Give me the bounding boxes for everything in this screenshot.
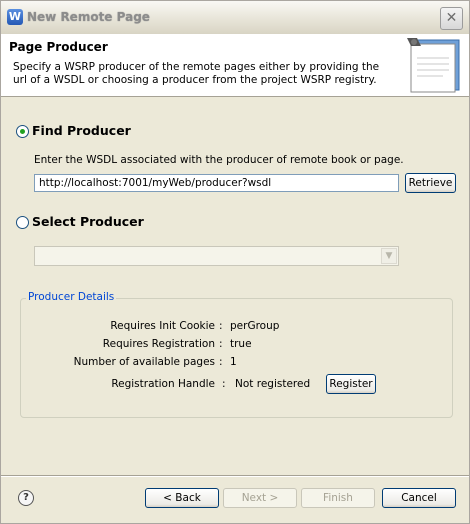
page-description: Specify a WSRP producer of the remote pa… bbox=[13, 61, 380, 86]
dialog-window: W New Remote Page ✕ Page Producer Specif… bbox=[0, 0, 470, 524]
wizard-content: Find Producer Enter the WSDL associated … bbox=[1, 97, 469, 475]
detail-label-pages: Number of available pages bbox=[73, 356, 215, 368]
detail-sep: : bbox=[219, 338, 223, 350]
producer-details-title: Producer Details bbox=[26, 291, 117, 303]
app-icon: W bbox=[7, 9, 23, 25]
producer-registry-select: ▼ bbox=[34, 246, 399, 266]
retrieve-button[interactable]: Retrieve bbox=[405, 173, 456, 193]
page-title: Page Producer bbox=[9, 40, 108, 54]
footer-divider bbox=[1, 475, 469, 477]
detail-label-init-cookie: Requires Init Cookie bbox=[110, 320, 215, 332]
detail-sep: : bbox=[219, 320, 223, 332]
chevron-down-icon: ▼ bbox=[381, 248, 397, 264]
wizard-header: Page Producer Specify a WSRP producer of… bbox=[1, 34, 469, 97]
help-icon[interactable]: ? bbox=[18, 490, 34, 506]
detail-value-init-cookie: perGroup bbox=[230, 320, 280, 332]
registration-handle-value: Not registered bbox=[235, 378, 311, 390]
detail-label-registration-handle: Registration Handle bbox=[111, 378, 215, 390]
cancel-button[interactable]: Cancel bbox=[382, 488, 456, 508]
register-button[interactable]: Register bbox=[326, 374, 376, 394]
select-producer-radio[interactable] bbox=[16, 216, 29, 229]
back-button[interactable]: < Back bbox=[145, 488, 219, 508]
detail-value-registration: true bbox=[230, 338, 252, 350]
detail-sep: : bbox=[219, 356, 223, 368]
window-title: New Remote Page bbox=[27, 10, 150, 24]
detail-sep: : bbox=[222, 378, 226, 390]
wizard-banner-icon bbox=[407, 38, 460, 93]
find-producer-label[interactable]: Find Producer bbox=[32, 123, 131, 138]
wsdl-url-input[interactable]: http://localhost:7001/myWeb/producer?wsd… bbox=[34, 174, 399, 192]
find-producer-radio[interactable] bbox=[16, 125, 29, 138]
wsdl-instruction: Enter the WSDL associated with the produ… bbox=[34, 154, 404, 166]
detail-label-registration: Requires Registration bbox=[102, 338, 215, 350]
title-bar[interactable]: W New Remote Page ✕ bbox=[1, 1, 469, 35]
close-button[interactable]: ✕ bbox=[440, 7, 463, 30]
next-button[interactable]: Next > bbox=[223, 488, 297, 508]
close-icon: ✕ bbox=[445, 10, 458, 26]
detail-value-pages: 1 bbox=[230, 356, 237, 368]
select-producer-label[interactable]: Select Producer bbox=[32, 214, 144, 229]
finish-button[interactable]: Finish bbox=[301, 488, 375, 508]
